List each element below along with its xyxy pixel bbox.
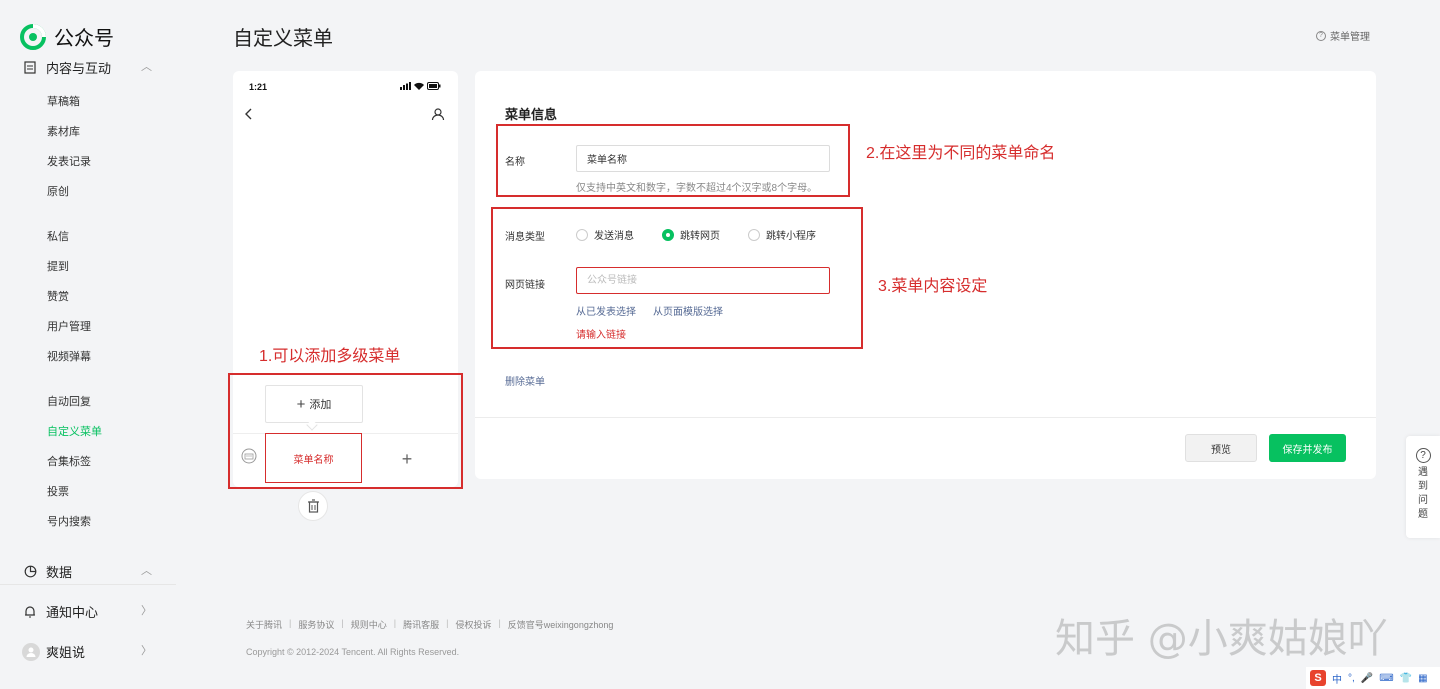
footer-separator: | — [498, 618, 501, 628]
footer-link[interactable]: 规则中心 — [351, 618, 387, 631]
keyboard-icon[interactable]: ⌨ — [1379, 673, 1393, 684]
footer-separator: | — [341, 618, 344, 628]
save-publish-button[interactable]: 保存并发布 — [1269, 434, 1346, 462]
phone-time: 1:21 — [249, 82, 268, 92]
sidebar-item[interactable]: 号内搜索 — [47, 515, 91, 529]
nav-notify-label: 通知中心 — [46, 605, 99, 620]
annotation-1: 1.可以添加多级菜单 — [259, 348, 401, 365]
floating-help-text: 遇到问题 — [1418, 466, 1428, 522]
sidebar-item[interactable]: 发表记录 — [47, 155, 91, 169]
sidebar-item[interactable]: 用户管理 — [47, 320, 91, 334]
footer-separator: | — [446, 618, 449, 628]
footer-link[interactable]: 腾讯客服 — [403, 618, 439, 631]
sidebar-item[interactable]: 赞赏 — [47, 290, 69, 304]
nav-group-content-label: 内容与互动 — [46, 61, 112, 76]
preview-button[interactable]: 预览 — [1185, 434, 1257, 462]
ime-mode[interactable]: 中 — [1332, 671, 1342, 686]
sidebar-item[interactable]: 自定义菜单 — [47, 425, 102, 439]
nav-group-data[interactable]: 数据 ︿ — [22, 562, 152, 581]
footer-links: 关于腾讯 | 服务协议 | 规则中心 | 腾讯客服 | 侵权投诉 | 反馈官号weixingongz… — [246, 618, 613, 631]
footer-link[interactable]: 关于腾讯 — [246, 618, 282, 631]
divider — [0, 584, 176, 585]
microphone-icon[interactable]: 🎤 — [1361, 673, 1373, 684]
ime-toolbar[interactable]: S 中 °, 🎤 ⌨ 👕 ▦ — [1306, 667, 1440, 689]
grid-icon[interactable]: ▦ — [1418, 673, 1427, 684]
footer-separator: | — [289, 618, 292, 628]
sidebar-item[interactable]: 私信 — [47, 230, 69, 244]
sidebar: 公众号 内容与互动 ︿ 草稿箱素材库发表记录原创私信提到赞赏用户管理视频弹幕自动… — [0, 0, 176, 689]
footer-separator: | — [393, 618, 397, 628]
annotation-box-3 — [491, 207, 863, 349]
page-title: 自定义菜单 — [233, 28, 333, 50]
annotation-box-1 — [228, 373, 463, 489]
sidebar-item[interactable]: 原创 — [47, 185, 69, 199]
nav-group-data-label: 数据 — [46, 565, 73, 580]
sidebar-item[interactable]: 草稿箱 — [47, 95, 80, 109]
divider — [475, 417, 1376, 418]
sidebar-item[interactable]: 素材库 — [47, 125, 80, 139]
battery-icon — [427, 82, 441, 90]
footer-link[interactable]: 服务协议 — [298, 618, 334, 631]
ime-punct[interactable]: °, — [1348, 673, 1355, 684]
sogou-ime-icon: S — [1310, 670, 1326, 686]
question-icon: ? — [1415, 448, 1431, 463]
menu-manage-link[interactable]: ? 菜单管理 — [1316, 28, 1370, 43]
menu-manage-label: 菜单管理 — [1330, 32, 1370, 43]
floating-help-widget[interactable]: ? 遇到问题 — [1406, 436, 1440, 538]
signal-icon — [400, 82, 411, 90]
chevron-up-icon: ︿ — [141, 565, 152, 577]
nav-account-label: 爽姐说 — [46, 645, 86, 660]
skin-icon[interactable]: 👕 — [1400, 673, 1412, 684]
section-title: 菜单信息 — [505, 107, 558, 122]
sidebar-item[interactable]: 提到 — [47, 260, 69, 274]
nav-account[interactable]: 爽姐说 〉 — [22, 642, 152, 661]
sidebar-item[interactable]: 合集标签 — [47, 455, 91, 469]
chevron-right-icon: 〉 — [141, 605, 152, 617]
delete-menu-trash-button[interactable] — [298, 491, 328, 521]
nav-group-content[interactable]: 内容与互动 ︿ — [22, 58, 152, 77]
avatar-icon — [22, 642, 40, 661]
sidebar-item[interactable]: 自动回复 — [47, 395, 91, 409]
pie-chart-icon — [22, 564, 38, 580]
document-icon — [22, 60, 38, 76]
annotation-3: 3.菜单内容设定 — [878, 278, 988, 295]
annotation-2: 2.在这里为不同的菜单命名 — [866, 145, 1056, 162]
app-name: 公众号 — [54, 28, 114, 50]
chevron-right-icon: 〉 — [141, 645, 152, 657]
sidebar-item[interactable]: 视频弹幕 — [47, 350, 91, 364]
delete-menu-link[interactable]: 删除菜单 — [505, 373, 545, 388]
annotation-box-2 — [496, 124, 850, 197]
nav-notify[interactable]: 通知中心 〉 — [22, 602, 152, 621]
bell-icon — [22, 604, 38, 620]
wifi-icon — [414, 82, 424, 90]
footer-link[interactable]: 侵权投诉 — [455, 618, 491, 631]
chevron-up-icon: ︿ — [141, 61, 152, 73]
user-icon[interactable] — [431, 107, 445, 121]
wechat-mp-logo-icon — [20, 23, 46, 50]
watermark: 知乎 @小爽姑娘吖 — [1055, 616, 1388, 662]
phone-status-icons — [400, 82, 441, 90]
floating-help-label: 遇到问题 — [1418, 467, 1428, 520]
copyright: Copyright © 2012-2024 Tencent. All Right… — [246, 647, 460, 657]
logo[interactable]: 公众号 — [20, 22, 114, 51]
help-circle-icon: ? — [1316, 30, 1326, 41]
trash-icon — [307, 499, 319, 513]
footer-link[interactable]: 反馈官号weixingongzhong — [508, 618, 614, 631]
back-arrow-icon[interactable] — [242, 107, 256, 121]
sidebar-item[interactable]: 投票 — [47, 485, 69, 499]
